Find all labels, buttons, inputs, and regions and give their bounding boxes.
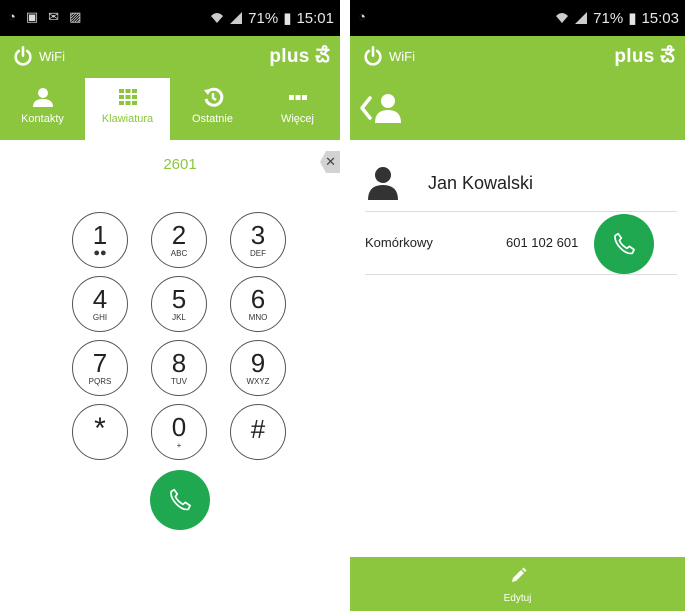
battery-level: 71% — [248, 9, 279, 27]
app-bar: WiFi plus ౘ — [0, 36, 340, 78]
key-digit: 9 — [250, 348, 266, 378]
tab-label: Klawiatura — [101, 113, 154, 125]
plus-logo: plus ౘ — [269, 46, 330, 67]
key-digit: 1 — [92, 220, 108, 250]
key-letters: TUV — [171, 377, 187, 386]
key-letters: JKL — [172, 313, 186, 322]
key-letters: DEF — [250, 249, 266, 258]
call-button[interactable] — [594, 214, 654, 274]
tab-label: Ostatnie — [192, 113, 233, 125]
key-digit: 7 — [92, 348, 108, 378]
dialer-screen: ◔ ▣ ✉ ▨ 71% ▮ 15:01 WiFi plus ౘ Kontakty — [0, 0, 340, 611]
wifi-toggle[interactable]: WiFi — [12, 45, 65, 67]
cell-signal-icon — [230, 12, 243, 24]
notification-icons: ◔ — [358, 9, 366, 25]
tab-contacts[interactable]: Kontakty — [0, 78, 85, 140]
key-letters: ABC — [170, 249, 188, 258]
phone-number: 601 102 601 — [506, 235, 579, 250]
contact-name: Jan Kowalski — [428, 173, 534, 193]
status-bar: ◔ ▣ ✉ ▨ 71% ▮ 15:01 — [0, 0, 340, 36]
key-2[interactable]: 2 ABC — [151, 212, 207, 268]
history-icon — [203, 87, 223, 107]
key-letters: PQRS — [88, 377, 112, 386]
gallery-icon: ▣ — [25, 9, 39, 24]
keypad-icon — [118, 89, 137, 105]
key-digit: 2 — [171, 220, 187, 250]
clock: 15:01 — [296, 9, 334, 27]
tab-bar: Kontakty Klawiatura Ostatnie Więcej — [0, 78, 340, 140]
phone-type: Komórkowy — [365, 235, 433, 250]
dialed-number: 2601 — [163, 156, 197, 173]
tab-label: Kontakty — [21, 113, 64, 125]
key-digit: 3 — [250, 220, 266, 250]
key-4[interactable]: 4 GHI — [72, 276, 128, 332]
wifi-toggle[interactable]: WiFi — [362, 45, 415, 67]
battery-icon: ▮ — [283, 10, 292, 27]
more-icon — [288, 95, 307, 100]
tab-label: Więcej — [280, 113, 314, 125]
key-letters: GHI — [92, 313, 108, 322]
tab-recent[interactable]: Ostatnie — [170, 78, 255, 140]
screen-divider — [340, 0, 350, 611]
key-digit: # — [250, 414, 266, 444]
contact-detail-screen: ◔ 71% ▮ 15:03 WiFi plus ౘ Jan Kowalski K… — [350, 0, 685, 611]
whatsapp-icon: ◔ — [8, 9, 16, 24]
back-button[interactable] — [358, 92, 406, 124]
key-digit: 8 — [171, 348, 187, 378]
pencil-icon — [511, 567, 526, 582]
cell-signal-icon — [575, 12, 588, 24]
app-bar: WiFi plus ౘ — [350, 36, 685, 78]
key-3[interactable]: 3 DEF — [230, 212, 286, 268]
key-0[interactable]: 0 + — [151, 404, 207, 460]
key-digit: 6 — [250, 284, 266, 314]
tab-keypad[interactable]: Klawiatura — [85, 78, 170, 140]
photo-icon: ▨ — [69, 9, 82, 24]
whatsapp-icon: ◔ — [358, 9, 366, 24]
key-1[interactable]: 1 ●● — [72, 212, 128, 268]
clock: 15:03 — [641, 9, 679, 27]
plus-logo: plus ౘ — [614, 46, 675, 67]
call-button[interactable] — [150, 470, 210, 530]
wifi-label: WiFi — [389, 48, 415, 64]
key-digit: 0 — [171, 412, 187, 442]
key-8[interactable]: 8 TUV — [151, 340, 207, 396]
key-digit: 4 — [92, 284, 108, 314]
key-letters: + — [176, 441, 182, 450]
key-6[interactable]: 6 MNO — [230, 276, 286, 332]
battery-icon: ▮ — [628, 10, 637, 27]
key-9[interactable]: 9 WXYZ — [230, 340, 286, 396]
key-7[interactable]: 7 PQRS — [72, 340, 128, 396]
power-icon — [14, 46, 32, 66]
key-star[interactable]: * — [72, 404, 128, 460]
key-digit: 5 — [171, 284, 187, 314]
wifi-signal-icon — [211, 13, 224, 23]
key-digit: * — [94, 412, 106, 445]
key-hash[interactable]: # — [230, 404, 286, 460]
phone-icon — [170, 488, 191, 511]
key-5[interactable]: 5 JKL — [151, 276, 207, 332]
status-bar: ◔ 71% ▮ 15:03 — [350, 0, 685, 36]
notification-icons: ◔ ▣ ✉ ▨ — [8, 9, 81, 25]
battery-level: 71% — [593, 9, 624, 27]
mail-icon: ✉ — [48, 9, 60, 24]
contact-name-row: Jan Kowalski — [365, 160, 677, 212]
person-icon — [32, 88, 53, 107]
phone-icon — [614, 232, 635, 255]
tab-more[interactable]: Więcej — [255, 78, 340, 140]
wifi-label: WiFi — [39, 48, 65, 64]
key-letters: WXYZ — [246, 377, 270, 386]
power-icon — [364, 46, 382, 66]
contact-header — [350, 78, 685, 140]
wifi-signal-icon — [556, 13, 569, 23]
person-icon — [368, 167, 398, 200]
key-letters: MNO — [248, 313, 268, 322]
edit-label: Edytuj — [503, 593, 532, 604]
voicemail-icon: ●● — [93, 247, 107, 259]
edit-button[interactable]: Edytuj — [350, 557, 685, 611]
